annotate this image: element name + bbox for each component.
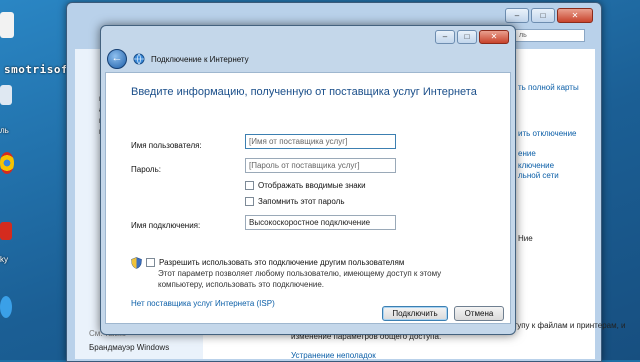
allow-others-description: Этот параметр позволяет любому пользоват… xyxy=(158,269,442,289)
local-network-link[interactable]: льной сети xyxy=(518,171,559,180)
chrome-icon[interactable] xyxy=(0,152,14,174)
network-icon[interactable] xyxy=(0,85,12,105)
show-chars-label: Отображать вводимые знаки xyxy=(258,181,366,190)
connection-link[interactable]: ключение xyxy=(518,161,554,170)
connection-name-label: Имя подключения: xyxy=(131,221,201,230)
allow-others-checkbox[interactable]: Разрешить использовать это подключение д… xyxy=(146,258,404,267)
dialog-caption-buttons: – □ ✕ xyxy=(435,30,509,44)
troubleshoot-link[interactable]: Устранение неполадок xyxy=(291,351,376,360)
password-label: Пароль: xyxy=(131,165,161,174)
internet-connection-dialog: – □ ✕ ← Подключение к Интернету Введите … xyxy=(100,25,516,335)
username-input[interactable]: [Имя от поставщика услуг] xyxy=(245,134,396,149)
password-input[interactable]: [Пароль от поставщика услуг] xyxy=(245,158,396,173)
close-button[interactable]: ✕ xyxy=(479,30,509,44)
dialog-title: Подключение к Интернету xyxy=(151,54,249,64)
dialog-header: ← Подключение к Интернету xyxy=(107,48,249,70)
remember-password-checkbox[interactable]: Запомнить этот пароль xyxy=(245,197,344,206)
dialog-content: Введите информацию, полученную от постав… xyxy=(105,72,511,324)
connection-name-input[interactable]: Высокоскоростное подключение xyxy=(245,215,396,230)
connection-link[interactable]: ение xyxy=(518,149,536,158)
firewall-link[interactable]: Брандмауэр Windows xyxy=(89,343,169,352)
checkbox-box[interactable] xyxy=(245,181,254,190)
checkbox-box[interactable] xyxy=(146,258,155,267)
uac-shield-icon xyxy=(131,257,142,269)
maximize-button[interactable]: □ xyxy=(457,30,477,44)
desktop-icon-label: ky xyxy=(0,255,8,264)
checkbox-box[interactable] xyxy=(245,197,254,206)
back-arrow-icon[interactable]: ← xyxy=(107,49,127,69)
remember-password-label: Запомнить этот пароль xyxy=(258,197,345,206)
fragment-text: Ние xyxy=(518,234,533,243)
show-chars-checkbox[interactable]: Отображать вводимые знаки xyxy=(245,181,366,190)
map-link[interactable]: ть полной карты xyxy=(518,83,579,92)
desktop-icon-label: ль xyxy=(0,126,9,135)
maximize-button[interactable]: □ xyxy=(531,8,555,23)
page-heading: Введите информацию, полученную от постав… xyxy=(131,86,477,98)
no-isp-link[interactable]: Нет поставщика услуг Интернета (ISP) xyxy=(131,299,275,308)
connect-button[interactable]: Подключить xyxy=(382,306,448,321)
recycle-bin-icon[interactable] xyxy=(0,12,14,38)
username-label: Имя пользователя: xyxy=(131,141,202,150)
cancel-button[interactable]: Отмена xyxy=(454,306,504,321)
disconnect-link[interactable]: ить отключение xyxy=(518,129,577,138)
mail-icon[interactable] xyxy=(0,222,12,240)
network-globe-icon xyxy=(133,53,145,65)
search-input[interactable]: ль xyxy=(515,29,585,42)
skype-icon[interactable] xyxy=(0,296,12,318)
minimize-button[interactable]: – xyxy=(435,30,455,44)
window-caption-buttons: – □ ✕ xyxy=(505,8,593,23)
close-button[interactable]: ✕ xyxy=(557,8,593,23)
minimize-button[interactable]: – xyxy=(505,8,529,23)
allow-others-label: Разрешить использовать это подключение д… xyxy=(159,258,405,267)
